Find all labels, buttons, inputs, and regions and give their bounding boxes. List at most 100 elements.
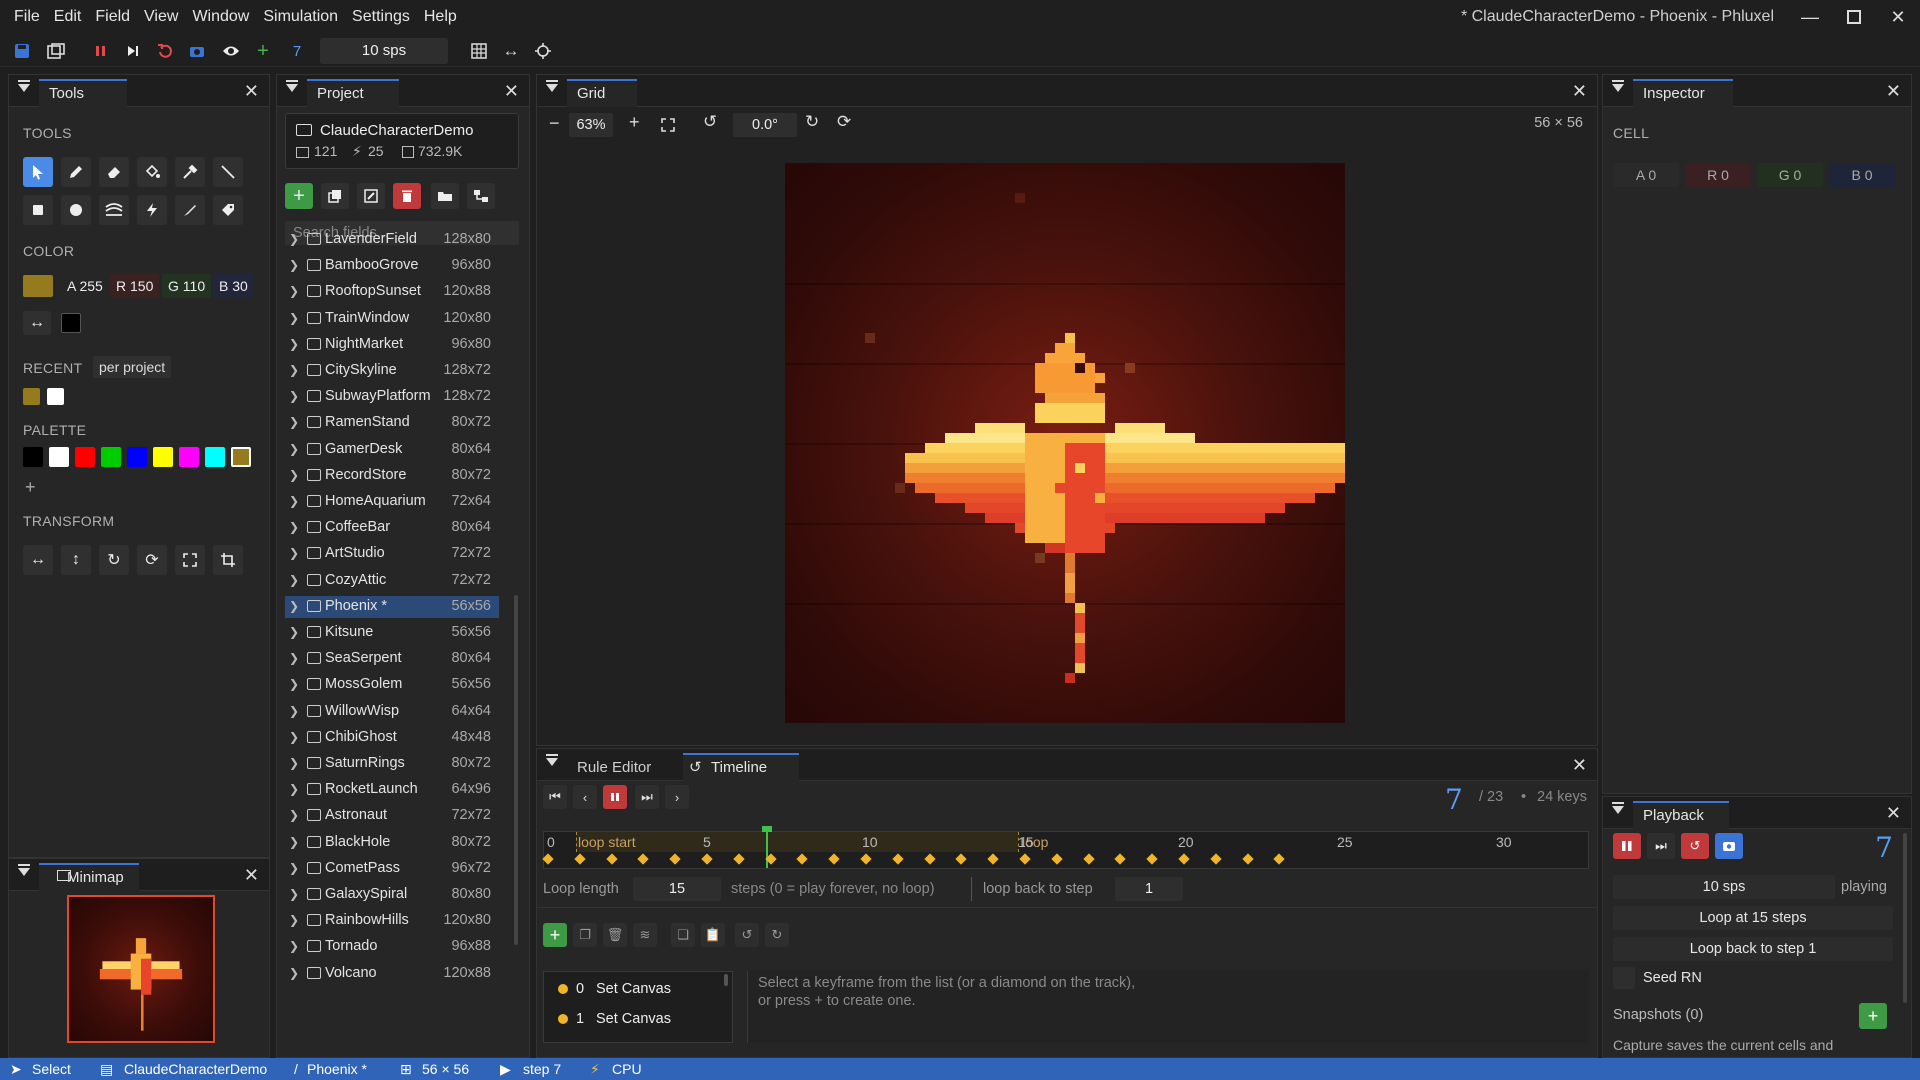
field-list-item[interactable]: ❯ RocketLaunch 64x96 — [285, 779, 499, 801]
menu-simulation[interactable]: Simulation — [256, 0, 345, 34]
recent-mode-toggle[interactable]: per project — [93, 356, 172, 378]
rotate-cw-icon[interactable]: ↻ — [99, 545, 129, 575]
red-value[interactable]: R 150 — [110, 274, 160, 298]
first-step-icon[interactable]: ⏮ — [543, 785, 567, 809]
keyframe-diamond[interactable] — [669, 853, 681, 865]
crop-icon[interactable] — [213, 545, 243, 575]
keyframe-diamond[interactable] — [1178, 853, 1190, 865]
crosshair-icon[interactable] — [530, 38, 556, 64]
field-list-scrollbar[interactable] — [514, 595, 518, 945]
menu-file[interactable]: File — [0, 0, 47, 34]
tab-grid[interactable]: Grid — [567, 79, 637, 107]
status-project[interactable]: ClaudeCharacterDemo — [124, 1061, 267, 1077]
pencil-tool-icon[interactable] — [61, 157, 91, 187]
next-step-icon[interactable]: › — [665, 785, 689, 809]
select-tool-icon[interactable] — [23, 157, 53, 187]
chevron-right-icon[interactable]: ❯ — [289, 704, 299, 718]
palette-color-4[interactable] — [127, 447, 147, 467]
field-list-item[interactable]: ❯ NightMarket 96x80 — [285, 334, 499, 356]
close-icon[interactable]: ✕ — [244, 865, 259, 886]
save-icon[interactable] — [9, 38, 35, 64]
field-list-item[interactable]: ❯ RamenStand 80x72 — [285, 412, 499, 434]
field-list-item[interactable]: ❯ Phoenix * 56x56 — [285, 595, 499, 618]
fill-tool-icon[interactable] — [137, 157, 167, 187]
chevron-right-icon[interactable]: ❯ — [289, 939, 299, 953]
reset-icon[interactable]: ↺ — [1681, 833, 1709, 859]
sps-field[interactable]: 10 sps — [1613, 875, 1835, 899]
keyframe-list-scrollbar[interactable] — [724, 974, 728, 986]
tree-view-icon[interactable] — [467, 183, 495, 209]
keyframe-diamond[interactable] — [1082, 853, 1095, 865]
add-snapshot-button[interactable]: + — [1859, 1003, 1887, 1029]
chevron-right-icon[interactable]: ❯ — [289, 546, 299, 560]
fit-width-icon[interactable]: ↔ — [498, 38, 524, 64]
keyframe-diamond[interactable] — [987, 853, 999, 865]
step-forward-icon[interactable]: ⏭ — [635, 785, 659, 809]
edit-field-icon[interactable] — [357, 183, 385, 209]
keyframe-diamond[interactable] — [923, 853, 936, 865]
rotate-left-icon[interactable]: ↺ — [703, 112, 717, 132]
close-window-icon[interactable]: ✕ — [1876, 0, 1920, 34]
chevron-right-icon[interactable]: ❯ — [289, 730, 299, 744]
panel-menu-icon[interactable] — [1612, 802, 1624, 814]
seed-checkbox[interactable] — [1613, 967, 1635, 989]
list-item[interactable]: 1 Set Canvas — [544, 1006, 730, 1032]
palette-color-5[interactable] — [153, 447, 173, 467]
swap-colors-icon[interactable]: ↔ — [23, 311, 51, 335]
green-value[interactable]: G 110 — [162, 274, 212, 298]
open-folder-icon[interactable] — [431, 183, 459, 209]
canvas[interactable] — [785, 163, 1355, 723]
reset-rotation-icon[interactable]: ⟳ — [837, 112, 851, 132]
loop-start-marker[interactable] — [576, 832, 577, 852]
field-list-item[interactable]: ❯ CometPass 96x72 — [285, 858, 499, 880]
field-list-item[interactable]: ❯ Astronaut 72x72 — [285, 805, 499, 827]
secondary-color-swatch[interactable] — [61, 313, 81, 333]
field-list-item[interactable]: ❯ Volcano 120x88 — [285, 963, 499, 985]
chevron-right-icon[interactable]: ❯ — [289, 363, 299, 377]
chevron-right-icon[interactable]: ❯ — [289, 468, 299, 482]
pause-button[interactable] — [603, 785, 627, 809]
status-field[interactable]: Phoenix * — [307, 1061, 367, 1077]
lightning-tool-icon[interactable] — [137, 195, 167, 225]
field-list-item[interactable]: ❯ RooftopSunset 120x88 — [285, 281, 499, 303]
field-list-item[interactable]: ❯ GamerDesk 80x64 — [285, 439, 499, 461]
blue-value[interactable]: B 30 — [213, 274, 254, 298]
keyframe-diamond[interactable] — [1051, 853, 1063, 865]
palette-color-3[interactable] — [101, 447, 121, 467]
gradient-tool-icon[interactable] — [99, 195, 129, 225]
tab-minimap[interactable]: Minimap — [39, 863, 139, 891]
flip-vertical-icon[interactable]: ↕ — [61, 545, 91, 575]
close-icon[interactable]: ✕ — [1886, 81, 1901, 102]
panel-menu-icon[interactable] — [546, 754, 558, 766]
palette-color-2[interactable] — [75, 447, 95, 467]
keyframe-diamond[interactable] — [1210, 853, 1222, 865]
delete-keyframe-icon[interactable]: 🗑 — [603, 923, 627, 947]
palette-color-7[interactable] — [205, 447, 225, 467]
field-list-item[interactable]: ❯ CitySkyline 128x72 — [285, 360, 499, 382]
grid-icon[interactable] — [466, 38, 492, 64]
recent-color-2[interactable] — [47, 388, 64, 405]
brush-tool-icon[interactable] — [175, 195, 205, 225]
add-palette-color-icon[interactable]: + — [25, 477, 36, 498]
chevron-right-icon[interactable]: ❯ — [289, 258, 299, 272]
field-list-item[interactable]: ❯ Kitsune 56x56 — [285, 622, 499, 644]
prev-step-icon[interactable]: ‹ — [573, 785, 597, 809]
loop-back-button[interactable]: Loop back to step 1 — [1613, 937, 1893, 961]
panel-menu-icon[interactable] — [1612, 80, 1624, 92]
field-list-item[interactable]: ❯ ArtStudio 72x72 — [285, 543, 499, 565]
field-list-item[interactable]: ❯ TrainWindow 120x80 — [285, 308, 499, 330]
tab-rule-editor[interactable]: Rule Editor — [567, 753, 677, 781]
keyframe-diamond[interactable] — [605, 853, 618, 865]
close-icon[interactable]: ✕ — [1572, 755, 1587, 776]
chevron-right-icon[interactable]: ❯ — [289, 782, 299, 796]
tab-inspector[interactable]: Inspector — [1633, 79, 1733, 107]
keyframe-diamond[interactable] — [1241, 853, 1254, 865]
chevron-right-icon[interactable]: ❯ — [289, 232, 299, 246]
panel-menu-icon[interactable] — [18, 864, 30, 876]
field-list-item[interactable]: ❯ LavenderField 128x80 — [285, 229, 499, 251]
project-card[interactable]: ClaudeCharacterDemo 121 ⚡ 25 732.9K — [285, 113, 519, 169]
rectangle-tool-icon[interactable] — [23, 195, 53, 225]
rotate-right-icon[interactable]: ↻ — [805, 112, 819, 132]
field-list-item[interactable]: ❯ ChibiGhost 48x48 — [285, 727, 499, 749]
undo-icon[interactable]: ↺ — [735, 923, 759, 947]
